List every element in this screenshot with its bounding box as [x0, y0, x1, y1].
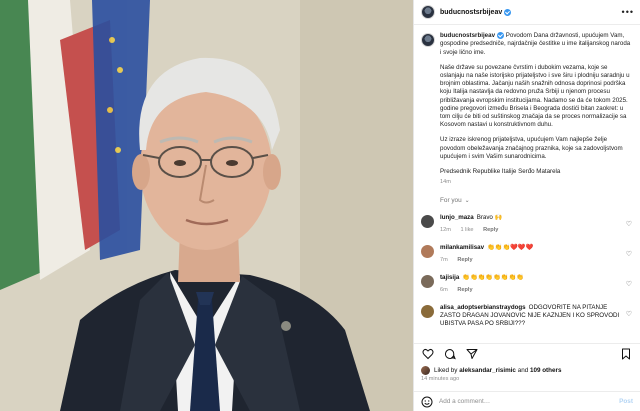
author-avatar[interactable] [421, 5, 435, 19]
liker-username[interactable]: aleksandar_risimic [459, 367, 516, 374]
reply-button[interactable]: Reply [457, 287, 472, 293]
more-options-icon[interactable]: ••• [622, 7, 634, 17]
post-timestamp: 14 minutes ago [421, 376, 460, 382]
comment-icon[interactable] [443, 347, 457, 361]
comment-time: 7m [440, 257, 448, 264]
comment-sort-label: For you [440, 197, 462, 205]
liker-avatar [421, 366, 430, 375]
share-icon[interactable] [465, 347, 479, 361]
commenter-avatar[interactable] [421, 245, 434, 259]
comment-text: Bravo 🙌 [476, 214, 503, 222]
caption-signature: Predsednik Republike Italije Serđo Matar… [440, 167, 561, 175]
post-header: buducnostsrbijeav ••• [414, 0, 640, 25]
post-comment-button[interactable]: Post [619, 398, 633, 405]
add-comment-bar: Add a comment… Post [414, 391, 640, 411]
comment-item: lunjo_maza Bravo 🙌 12m 1 like Reply ♡ [421, 214, 632, 234]
likes-and: and [517, 367, 529, 374]
likes-prefix: Liked by [434, 367, 458, 374]
comment-sort-toggle[interactable]: For you ⌄ [440, 197, 632, 204]
caption: buducnostsrbijeav Povodom Dana državnost… [421, 32, 632, 183]
comments-scroll-area[interactable]: buducnostsrbijeav Povodom Dana državnost… [414, 26, 640, 356]
comment-heart-icon[interactable]: ♡ [626, 220, 632, 228]
commenter-username[interactable]: tajisija [440, 274, 459, 281]
comment-item: milankamilisav 👏👏👏❤️❤️❤️ 7m Reply ♡ [421, 244, 632, 264]
emoji-icon[interactable] [421, 396, 433, 408]
caption-text: buducnostsrbijeav Povodom Dana državnost… [440, 32, 632, 183]
reply-button[interactable]: Reply [483, 227, 498, 233]
likes-others[interactable]: 109 others [530, 367, 562, 374]
add-comment-input[interactable]: Add a comment… [439, 398, 490, 405]
comment-heart-icon[interactable]: ♡ [626, 310, 632, 318]
likes-summary[interactable]: Liked by aleksandar_risimic and 109 othe… [421, 366, 561, 375]
caption-author-avatar[interactable] [421, 33, 435, 47]
commenter-username[interactable]: lunjo_maza [440, 214, 474, 221]
verified-badge-icon [504, 8, 512, 16]
comment-text: 👏👏👏👏👏👏👏👏 [462, 274, 524, 282]
post-sidebar: buducnostsrbijeav ••• buducnostsrbijeav … [413, 0, 640, 411]
author-username[interactable]: buducnostsrbijeav [440, 9, 502, 16]
caption-username[interactable]: buducnostsrbijeav [440, 32, 495, 39]
comment-time: 6m [440, 287, 448, 294]
heart-icon[interactable] [421, 347, 435, 361]
comment-like-count[interactable]: 1 like [460, 227, 473, 233]
commenter-avatar[interactable] [421, 275, 434, 289]
reply-button[interactable]: Reply [457, 257, 472, 263]
commenter-avatar[interactable] [421, 305, 434, 319]
comment-item: tajisija 👏👏👏👏👏👏👏👏 6m Reply ♡ [421, 274, 632, 294]
comment-time: 12m [440, 227, 451, 234]
bookmark-icon[interactable] [619, 347, 633, 361]
comment-heart-icon[interactable]: ♡ [626, 250, 632, 258]
commenter-username[interactable]: milankamilisav [440, 244, 484, 251]
caption-paragraph-3: Uz izraze iskrenog prijateljstva, upućuj… [440, 136, 623, 160]
commenter-avatar[interactable] [421, 215, 434, 229]
post-image[interactable] [0, 0, 413, 411]
portrait-illustration [0, 0, 413, 411]
verified-badge-icon [497, 32, 505, 39]
commenter-username[interactable]: alisa_adoptserbianstraydogs [440, 304, 526, 311]
caption-paragraph-2: Naše države su povezane čvrstim i duboki… [440, 63, 630, 129]
chevron-down-icon: ⌄ [464, 198, 470, 205]
comment-text: 👏👏👏❤️❤️❤️ [487, 244, 534, 252]
post-actions-bar [414, 343, 640, 363]
comment-heart-icon[interactable]: ♡ [626, 280, 632, 288]
comment-item: alisa_adoptserbianstraydogs ODGOVORITE NA… [421, 304, 632, 328]
